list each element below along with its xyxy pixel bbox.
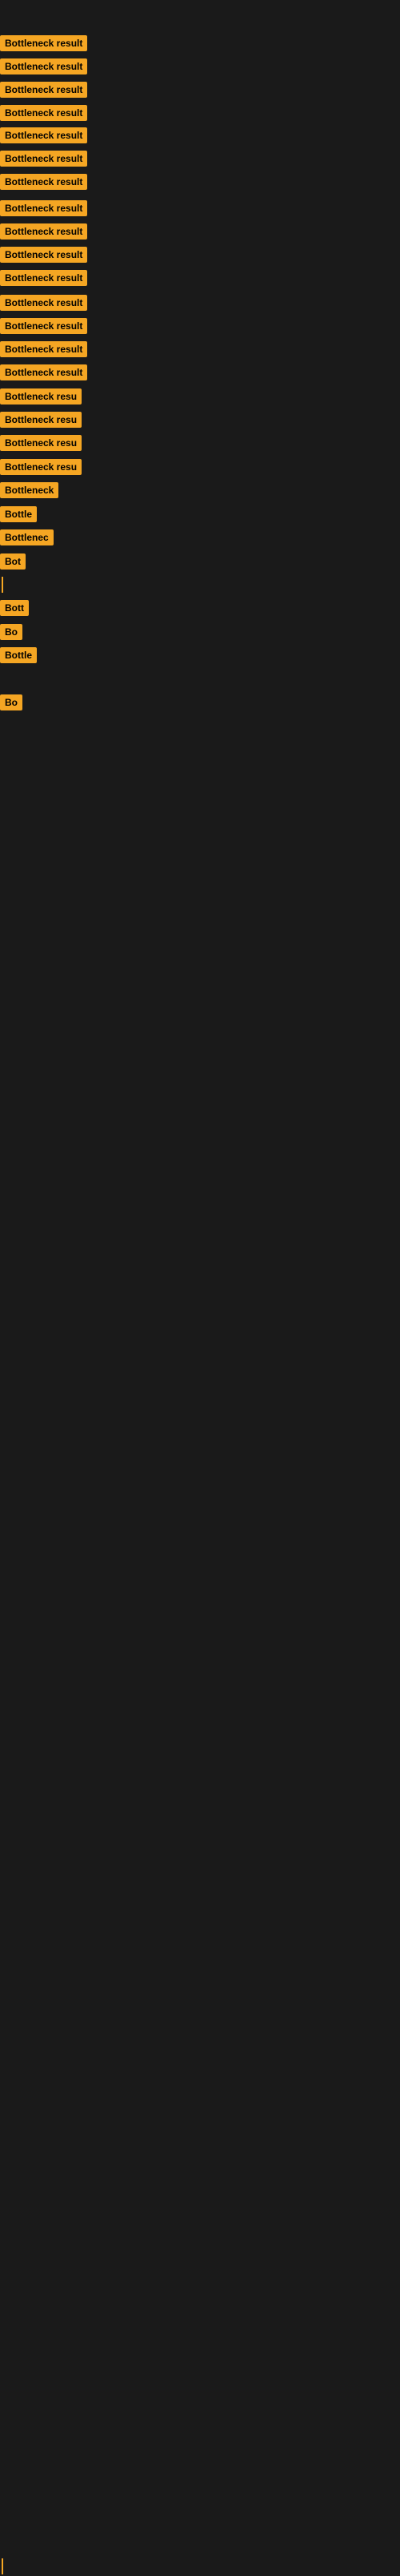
badge-row-2: Bottleneck result: [0, 58, 87, 78]
bottleneck-badge-15: Bottleneck result: [0, 364, 87, 380]
bottleneck-badge-17: Bottleneck resu: [0, 412, 82, 428]
badge-row-13: Bottleneck result: [0, 318, 87, 338]
badge-row-16: Bottleneck resu: [0, 388, 82, 409]
bottleneck-badge-27: Bo: [0, 694, 22, 710]
badge-row-27: Bo: [0, 694, 22, 714]
bottleneck-badge-1: Bottleneck result: [0, 35, 87, 51]
badge-row-23: Bot: [0, 553, 26, 574]
bottleneck-badge-4: Bottleneck result: [0, 105, 87, 121]
badge-row-9: Bottleneck result: [0, 223, 87, 244]
badge-row-5: Bottleneck result: [0, 127, 87, 147]
badge-row-25: Bo: [0, 624, 22, 644]
bottleneck-badge-3: Bottleneck result: [0, 82, 87, 98]
badge-row-7: Bottleneck result: [0, 174, 87, 194]
site-title: [0, 0, 400, 13]
badge-row-17: Bottleneck resu: [0, 412, 82, 432]
bottleneck-badge-16: Bottleneck resu: [0, 388, 82, 405]
bottleneck-badge-22: Bottlenec: [0, 529, 54, 545]
badge-row-15: Bottleneck result: [0, 364, 87, 384]
bottleneck-badge-6: Bottleneck result: [0, 151, 87, 167]
badge-row-11: Bottleneck result: [0, 270, 87, 290]
badge-row-1: Bottleneck result: [0, 35, 87, 55]
bottleneck-badge-11: Bottleneck result: [0, 270, 87, 286]
cursor-line-1: [2, 577, 3, 593]
badge-row-22: Bottlenec: [0, 529, 54, 549]
badge-row-12: Bottleneck result: [0, 295, 87, 315]
bottleneck-badge-23: Bot: [0, 553, 26, 570]
bottleneck-badge-20: Bottleneck: [0, 482, 58, 498]
bottleneck-badge-26: Bottle: [0, 647, 37, 663]
badge-row-21: Bottle: [0, 506, 37, 526]
bottleneck-badge-14: Bottleneck result: [0, 341, 87, 357]
bottleneck-badge-2: Bottleneck result: [0, 58, 87, 74]
bottleneck-badge-19: Bottleneck resu: [0, 459, 82, 475]
bottleneck-badge-24: Bott: [0, 600, 29, 616]
badge-row-26: Bottle: [0, 647, 37, 667]
bottleneck-badge-25: Bo: [0, 624, 22, 640]
badge-row-18: Bottleneck resu: [0, 435, 82, 455]
badge-row-20: Bottleneck: [0, 482, 58, 502]
badge-row-14: Bottleneck result: [0, 341, 87, 361]
bottleneck-badge-10: Bottleneck result: [0, 247, 87, 263]
cursor-line-2: [2, 2558, 3, 2574]
badge-row-8: Bottleneck result: [0, 200, 87, 220]
badge-row-6: Bottleneck result: [0, 151, 87, 171]
bottleneck-badge-13: Bottleneck result: [0, 318, 87, 334]
bottleneck-badge-9: Bottleneck result: [0, 223, 87, 239]
bottleneck-badge-18: Bottleneck resu: [0, 435, 82, 451]
badge-row-3: Bottleneck result: [0, 82, 87, 102]
bottleneck-badge-7: Bottleneck result: [0, 174, 87, 190]
bottleneck-badge-12: Bottleneck result: [0, 295, 87, 311]
bottleneck-badge-5: Bottleneck result: [0, 127, 87, 143]
badge-row-24: Bott: [0, 600, 29, 620]
badge-row-19: Bottleneck resu: [0, 459, 82, 479]
badge-row-10: Bottleneck result: [0, 247, 87, 267]
badge-row-4: Bottleneck result: [0, 105, 87, 125]
bottleneck-badge-21: Bottle: [0, 506, 37, 522]
bottleneck-badge-8: Bottleneck result: [0, 200, 87, 216]
